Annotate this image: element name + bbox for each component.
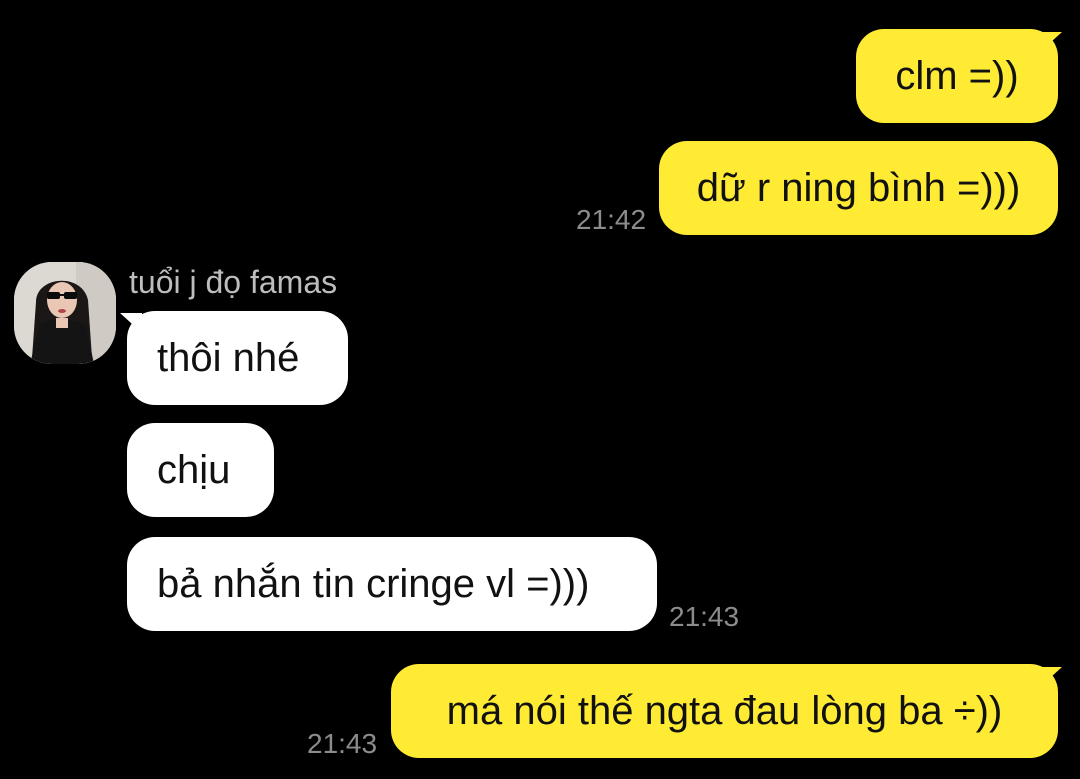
message-bubble-incoming[interactable]: chịu — [127, 423, 274, 517]
message-text: má nói thế ngta đau lòng ba ÷)) — [446, 688, 1003, 733]
message-text: chịu — [157, 447, 231, 492]
message-timestamp: 21:43 — [669, 601, 740, 632]
message-bubble-outgoing[interactable]: má nói thế ngta đau lòng ba ÷)) — [391, 664, 1058, 758]
message-timestamp: 21:43 — [307, 728, 378, 759]
message-bubble-outgoing[interactable]: dữ r ning bình =))) — [659, 141, 1058, 235]
message-bubble-outgoing[interactable]: clm =)) — [856, 29, 1058, 123]
message-text: thôi nhé — [157, 335, 300, 380]
message-timestamp: 21:42 — [576, 204, 647, 235]
message-text: bả nhắn tin cringe vl =))) — [157, 561, 590, 606]
message-text: dữ r ning bình =))) — [696, 165, 1021, 210]
contact-name[interactable]: tuổi j đọ famas — [129, 264, 337, 301]
message-bubble-incoming[interactable]: thôi nhé — [127, 311, 348, 405]
avatar-photo — [14, 262, 116, 364]
contact-avatar[interactable] — [14, 262, 116, 364]
message-text: clm =)) — [895, 53, 1019, 98]
message-bubble-incoming[interactable]: bả nhắn tin cringe vl =))) — [127, 537, 657, 631]
